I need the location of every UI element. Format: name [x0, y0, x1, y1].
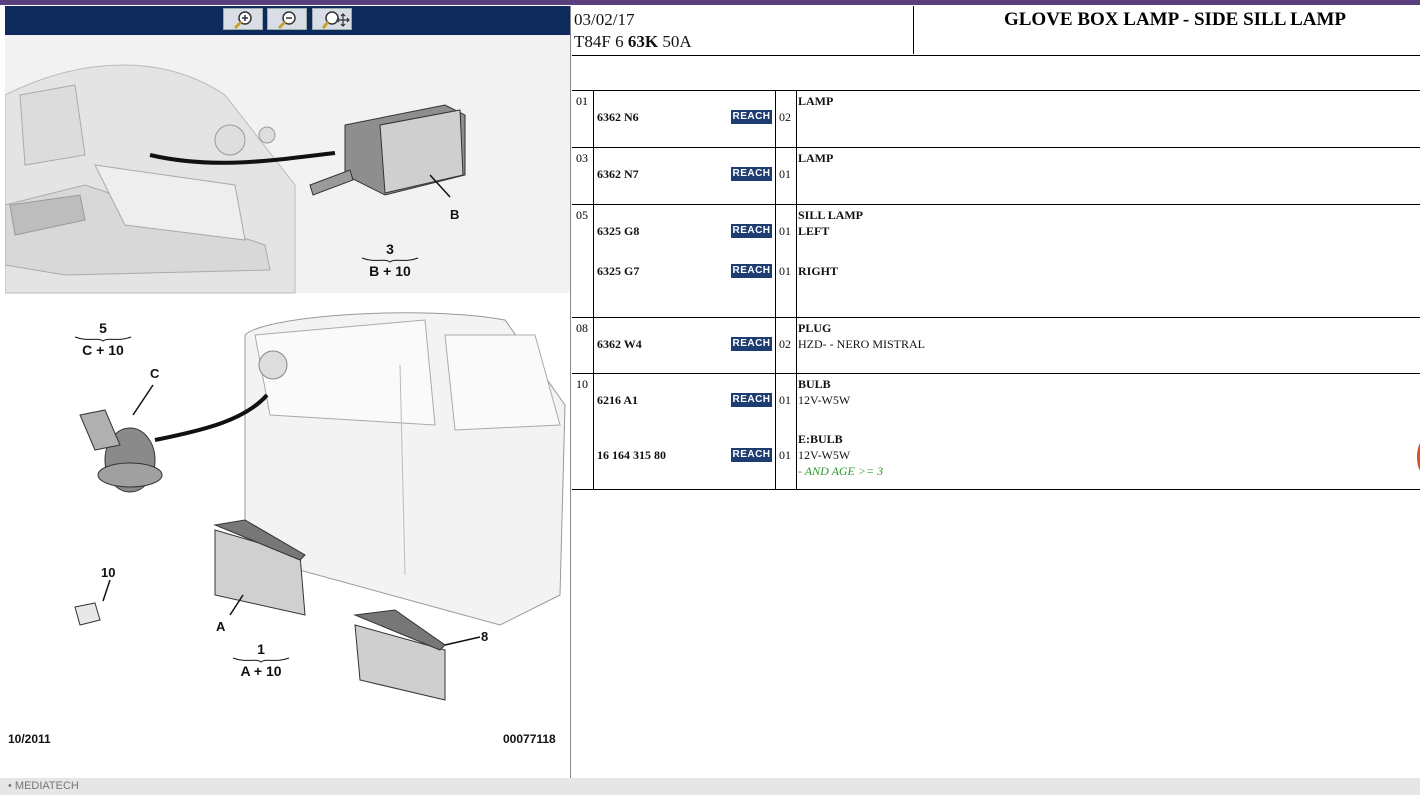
part-description-line: SILL LAMP	[798, 208, 864, 222]
part-description-line: 12V-W5W	[798, 448, 851, 462]
side-lamp-part	[79, 409, 163, 493]
reach-button[interactable]: REACH	[731, 264, 772, 278]
fraction-denominator: C + 10	[82, 342, 124, 358]
parts-diagram-panel: B C A 10 8 3 B + 10 5 C + 10 1 A + 10 10…	[4, 6, 571, 778]
diagram-toolbar	[5, 6, 570, 35]
fraction-1: 1 A + 10	[231, 641, 291, 679]
parts-list-panel: 03/02/17 T84F 6 63K 50A GLOVE BOX LAMP -…	[572, 6, 1420, 778]
zoom-move-button[interactable]	[312, 8, 352, 30]
part-description-line: - AND AGE >= 3	[798, 464, 884, 478]
callout-8: 8	[481, 629, 489, 644]
part-quantity: 01	[779, 393, 791, 407]
ref-column: 6362 N6 REACH	[595, 91, 776, 147]
fraction-denominator: A + 10	[240, 663, 282, 679]
part-description-line: LEFT	[798, 224, 830, 238]
part-description-line: LAMP	[798, 94, 834, 108]
part-description-line: RIGHT	[798, 264, 839, 278]
part-description-line: PLUG	[798, 321, 832, 335]
code-suffix: 50A	[658, 32, 692, 51]
fraction-3: 3 B + 10	[360, 241, 420, 279]
part-reference[interactable]: 6325 G8	[597, 224, 639, 239]
part-quantity: 02	[779, 110, 791, 124]
bottom-strip-label: • MEDIATECH	[8, 780, 79, 792]
part-description-line: 12V-W5W	[798, 393, 851, 407]
part-quantity: 01	[779, 167, 791, 181]
part-reference[interactable]: 6216 A1	[597, 393, 638, 408]
part-reference[interactable]: 6362 N6	[597, 110, 639, 125]
part-reference[interactable]: 6362 W4	[597, 337, 642, 352]
callout-c: C	[150, 366, 160, 381]
part-index: 03	[572, 148, 594, 204]
code-bold: 63K	[627, 32, 659, 51]
zoom-out-button[interactable]	[267, 8, 307, 30]
ref-column: 6216 A1 REACH 16 164 315 80 REACH	[595, 374, 776, 489]
part-quantity: 01	[779, 264, 791, 278]
part-description-line: LAMP	[798, 151, 834, 165]
part-reference[interactable]: 16 164 315 80	[597, 448, 666, 463]
ref-column: 6325 G8 REACH 6325 G7 REACH	[595, 205, 776, 317]
divider	[572, 55, 1420, 56]
qty-column: 01 01	[776, 205, 797, 317]
reach-button[interactable]: REACH	[731, 337, 772, 351]
part-index: 01	[572, 91, 594, 147]
qty-column: 01	[776, 148, 797, 204]
callout-b: B	[450, 207, 460, 222]
zoom-in-button[interactable]	[223, 8, 263, 30]
window-top-bar	[0, 0, 1420, 5]
fraction-denominator: B + 10	[369, 263, 411, 279]
part-group: 10 6216 A1 REACH 16 164 315 80 REACH 01 01 BULB…	[572, 374, 1420, 490]
ref-column: 6362 N7 REACH	[595, 148, 776, 204]
callout-a: A	[216, 619, 226, 634]
part-description-line: HZD- - NERO MISTRAL	[798, 337, 925, 351]
qty-column: 01 01	[776, 374, 797, 489]
bulb-part	[74, 602, 101, 626]
reach-button[interactable]: REACH	[731, 167, 772, 181]
qty-column: 02	[776, 91, 797, 147]
fraction-numerator: 5	[99, 320, 107, 336]
part-group: 01 6362 N6 REACH 02 LAMP	[572, 91, 1420, 148]
part-index: 05	[572, 205, 594, 317]
fraction-numerator: 3	[386, 241, 394, 257]
code-prefix: T84F 6	[574, 32, 628, 51]
diagram-canvas[interactable]: B C A 10 8 3 B + 10 5 C + 10 1 A + 10 10…	[4, 35, 570, 778]
reach-button[interactable]: REACH	[731, 393, 772, 407]
zoom-out-icon	[277, 11, 296, 30]
header-info: 03/02/17 T84F 6 63K 50A	[572, 6, 914, 54]
page-title: GLOVE BOX LAMP - SIDE SILL LAMP	[1003, 9, 1347, 30]
part-index: 08	[572, 318, 594, 373]
fraction-5: 5 C + 10	[73, 320, 133, 358]
ref-column: 6362 W4 REACH	[595, 318, 776, 373]
part-quantity: 01	[779, 448, 791, 462]
part-description-line: E:BULB	[798, 432, 843, 446]
diagram-number: 00077118	[503, 732, 556, 746]
part-group: 08 6362 W4 REACH 02 PLUG HZD- - NERO MISTRAL	[572, 318, 1420, 374]
part-group: 05 6325 G8 REACH 6325 G7 REACH 01 01 SILL LAMP L…	[572, 205, 1420, 318]
part-group: 03 6362 N7 REACH 01 LAMP	[572, 148, 1420, 205]
reach-button[interactable]: REACH	[731, 448, 772, 462]
reach-button[interactable]: REACH	[731, 224, 772, 238]
fraction-numerator: 1	[257, 641, 265, 657]
callout-10: 10	[101, 565, 116, 580]
sill-lamp-8-part	[353, 609, 446, 701]
part-reference[interactable]: 6325 G7	[597, 264, 639, 279]
diagram-date: 10/2011	[8, 732, 51, 746]
part-index: 10	[572, 374, 594, 489]
header-date: 03/02/17	[574, 10, 635, 29]
part-quantity: 02	[779, 337, 791, 351]
bottom-strip: • MEDIATECH	[0, 778, 1420, 795]
reach-button[interactable]: REACH	[731, 110, 772, 124]
part-description-line: BULB	[798, 377, 831, 391]
qty-column: 02	[776, 318, 797, 373]
zoom-move-icon	[321, 11, 350, 29]
part-quantity: 01	[779, 224, 791, 238]
zoom-in-icon	[233, 11, 252, 30]
header-code: T84F 6 63K 50A	[574, 31, 911, 53]
part-reference[interactable]: 6362 N7	[597, 167, 639, 182]
